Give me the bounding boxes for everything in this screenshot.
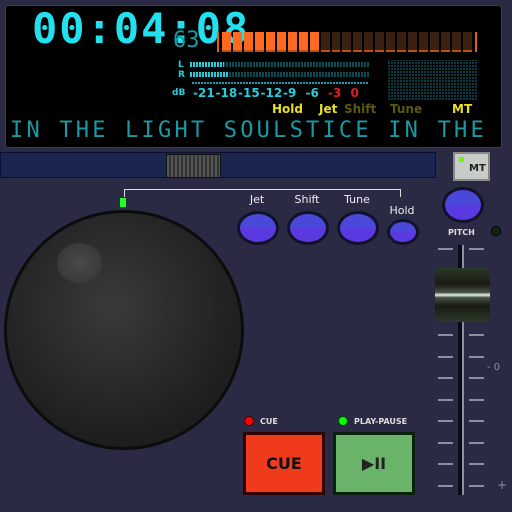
pitch-tick [438,334,453,336]
tune-label: Tune [344,193,370,206]
pitch-plus-label: + [497,478,508,492]
pitch-tick [469,441,484,444]
pitch-slider-knob[interactable] [435,268,490,323]
level-segment [441,32,451,52]
db-tick-label: -9 [283,86,297,100]
pitch-tick [438,377,453,379]
level-segment [254,32,264,52]
hold-label: Hold [389,204,415,217]
pitch-tick [469,377,484,379]
level-segment [342,32,352,52]
play-indicator-label: PLAY-PAUSE [354,417,408,426]
mt-led-icon [459,157,464,162]
mode-jet: Jet [319,102,338,116]
db-tick-label: -6 [305,86,319,100]
right-label: R [178,70,185,80]
left-channel-meter [190,62,370,67]
pitch-tick [469,484,484,487]
level-segment [419,32,429,52]
mode-mt: MT [452,102,473,116]
pitch-tick [438,441,453,444]
mt-button-label: MT [469,163,486,174]
level-segment [243,32,253,52]
level-segment [386,32,396,52]
position-scroll-thumb[interactable] [166,154,221,178]
jog-wheel[interactable] [4,210,244,450]
pitch-tick [469,420,484,422]
play-pause-icon: ▶II [361,454,387,473]
cue-button[interactable]: CUE [243,432,325,495]
db-tick-label: -12 [260,86,283,100]
db-tick-label: -3 [328,86,342,100]
level-segment [452,32,461,52]
level-segment [462,32,472,52]
right-channel-meter [190,72,370,77]
cue-led-icon [244,416,254,426]
level-segment [353,32,363,52]
play-pause-button[interactable]: ▶II [333,432,415,495]
mode-shift: Shift [344,102,377,116]
level-segment [408,32,418,52]
frames-readout: 63 [173,28,200,53]
cue-button-label: CUE [266,454,302,473]
cue-indicator-label: CUE [260,417,278,426]
mode-indicators: Hold Jet Shift Tune MT [272,102,477,118]
db-tick-label: -21 [193,86,215,100]
db-label: dB [172,88,186,98]
level-segment [364,32,374,52]
mt-button[interactable]: MT [453,152,490,181]
level-segment [276,32,286,52]
pitch-tick [469,248,484,250]
pitch-led-icon [491,226,501,236]
shift-button[interactable] [287,211,329,245]
level-segment [430,32,440,52]
db-tick-label: -18 [215,86,238,100]
jet-button[interactable] [237,211,279,245]
pitch-button[interactable] [442,187,484,223]
left-label: L [178,60,184,70]
level-segment [320,32,330,52]
jog-finger-dimple [57,243,102,283]
tune-button[interactable] [337,211,379,245]
meter-scale-line [192,82,368,84]
hold-button[interactable] [387,219,419,245]
pitch-tick [438,420,453,422]
pitch-tick [469,463,484,465]
level-segment [287,32,297,52]
db-tick-label: -15 [238,86,260,100]
pitch-tick [469,398,484,401]
pitch-tick [469,334,484,336]
play-led-icon [338,416,348,426]
level-segment [397,32,407,52]
level-segment [309,32,319,52]
level-segment [298,32,308,52]
db-scale: -21 -18 -15 -12 -9 -6 -3 0 [193,86,373,100]
pitch-tick [438,398,453,401]
jet-label: Jet [249,193,265,206]
pitch-zero-label: - 0 [487,362,501,373]
level-segment [265,32,275,52]
spectrum-display [387,60,477,100]
pitch-tick [438,355,453,358]
level-segment [375,32,385,52]
mode-tune: Tune [390,102,423,116]
level-segment [232,32,242,52]
db-tick-label: 0 [350,86,359,100]
pitch-tick [438,463,453,465]
shift-label: Shift [294,193,320,206]
pitch-tick [438,248,453,250]
level-meter [217,32,477,52]
pitch-tick [438,484,453,487]
jog-position-marker [120,198,126,207]
pitch-tick [469,355,484,358]
level-segment [222,32,231,52]
level-segment [331,32,341,52]
mode-hold: Hold [272,102,303,116]
track-ticker: IN THE LIGHT SOULSTICE IN THE [10,118,487,143]
pitch-label: PITCH [448,228,475,237]
